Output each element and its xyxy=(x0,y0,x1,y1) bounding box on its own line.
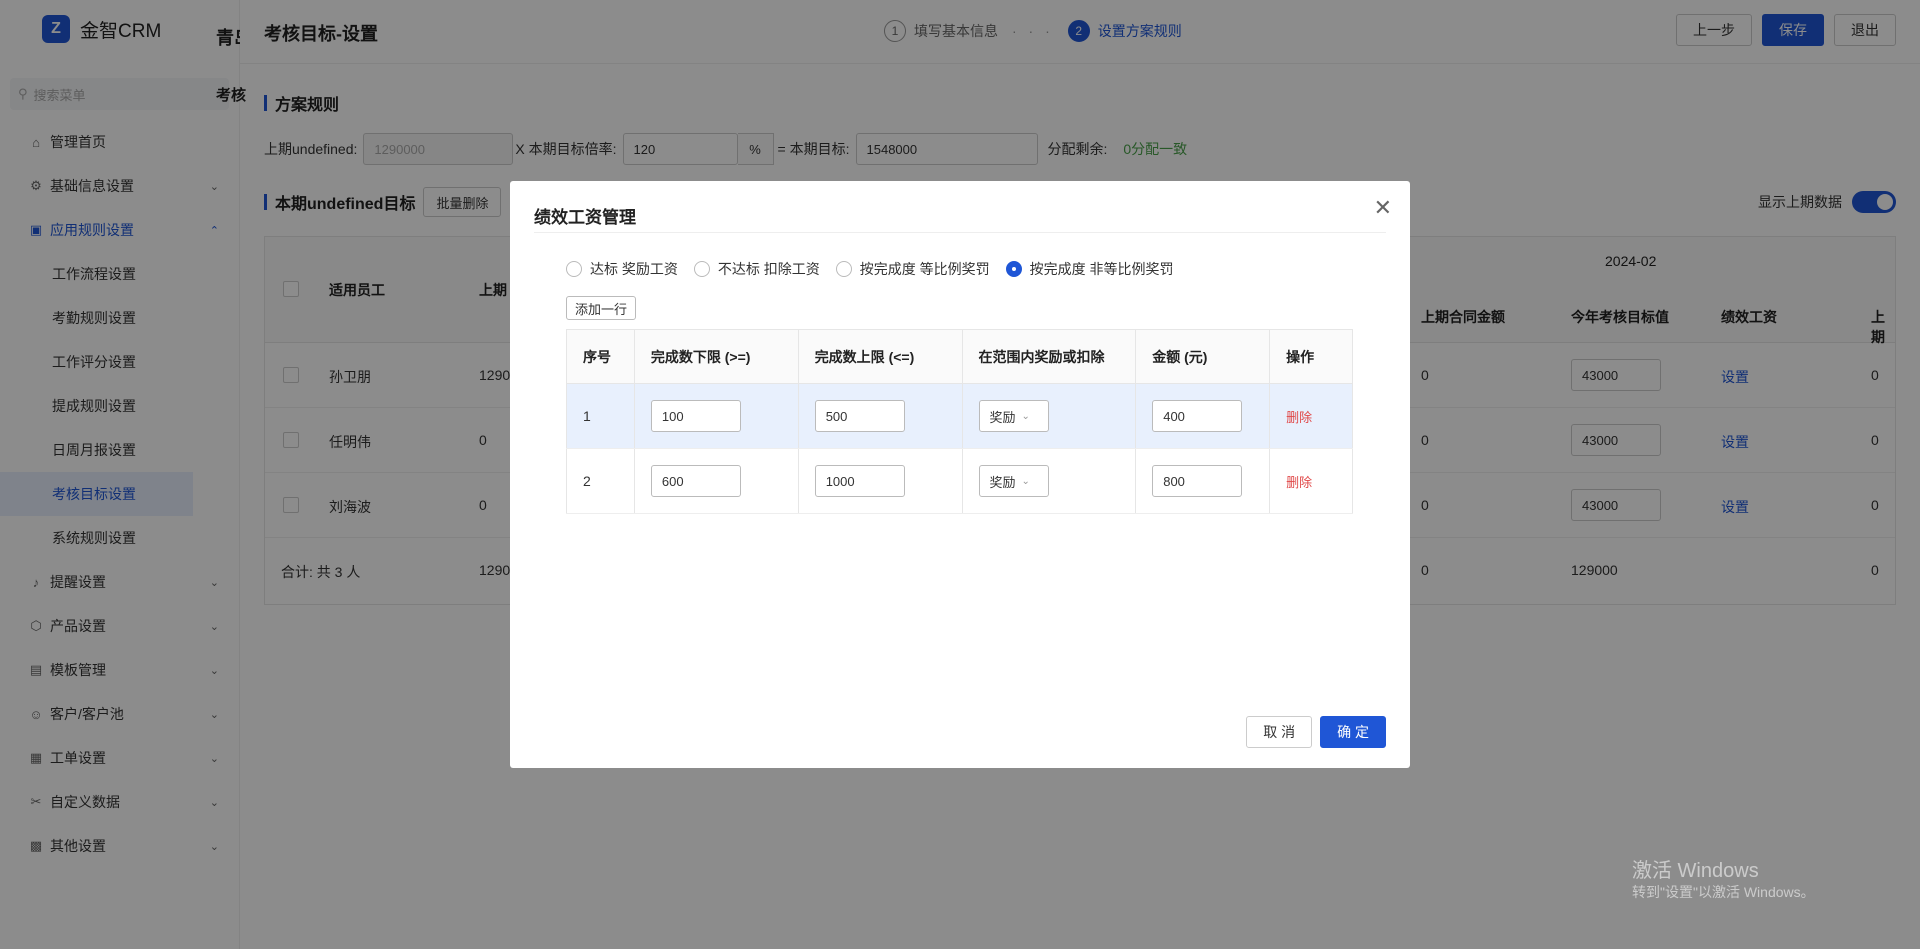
radio-non-proportional[interactable]: 按完成度 非等比例奖罚 xyxy=(1005,259,1174,279)
upper-input[interactable]: 500 xyxy=(814,400,905,432)
cancel-button[interactable]: 取 消 xyxy=(1246,716,1313,748)
type-value: 奖励 xyxy=(989,474,1016,490)
chevron-down-icon: ⌄ xyxy=(1021,475,1030,487)
lower-input[interactable]: 600 xyxy=(650,465,741,497)
radio-label: 不达标 扣除工资 xyxy=(717,261,820,277)
table-header: 序号 完成数下限 (>=) 完成数上限 (<=) 在范围内奖励或扣除 金额 (元… xyxy=(566,329,1353,384)
radio-reward[interactable]: 达标 奖励工资 xyxy=(566,259,678,279)
row-no: 2 xyxy=(566,448,635,514)
type-select[interactable]: 奖励 ⌄ xyxy=(978,400,1049,432)
row-lower-cell: 600 xyxy=(634,448,799,514)
radio-circle xyxy=(693,261,710,277)
radio-label: 达标 奖励工资 xyxy=(590,261,678,277)
col-action: 操作 xyxy=(1269,329,1353,384)
row-amount-cell: 800 xyxy=(1135,448,1271,514)
col-upper: 完成数上限 (<=) xyxy=(798,329,963,384)
amount-input[interactable]: 800 xyxy=(1152,465,1243,497)
row-action-cell: 删除 xyxy=(1269,383,1353,449)
radio-deduct[interactable]: 不达标 扣除工资 xyxy=(693,259,820,279)
chevron-down-icon: ⌄ xyxy=(1021,410,1030,422)
add-row-button[interactable]: 添加一行 xyxy=(566,296,637,320)
col-lower: 完成数下限 (>=) xyxy=(634,329,799,384)
radio-proportional[interactable]: 按完成度 等比例奖罚 xyxy=(835,259,990,279)
radio-circle xyxy=(835,261,852,277)
amount-input[interactable]: 400 xyxy=(1152,400,1243,432)
type-value: 奖励 xyxy=(989,409,1016,425)
dialog-divider xyxy=(534,232,1386,233)
close-icon[interactable]: ✕ xyxy=(1374,197,1392,219)
row-type-cell: 奖励 ⌄ xyxy=(962,383,1137,449)
radio-circle-selected xyxy=(1005,261,1022,277)
salary-dialog: 绩效工资管理 ✕ 达标 奖励工资 不达标 扣除工资 按完成度 等比例奖罚 按完成… xyxy=(510,181,1410,768)
col-amount: 金额 (元) xyxy=(1135,329,1271,384)
salary-rules-table: 序号 完成数下限 (>=) 完成数上限 (<=) 在范围内奖励或扣除 金额 (元… xyxy=(566,329,1353,514)
windows-watermark-title: 激活 Windows xyxy=(1632,860,1759,882)
dialog-footer: 取 消 确 定 xyxy=(1246,716,1386,748)
confirm-button[interactable]: 确 定 xyxy=(1320,716,1386,748)
type-select[interactable]: 奖励 ⌄ xyxy=(978,465,1049,497)
windows-watermark-subtitle: 转到"设置"以激活 Windows。 xyxy=(1632,884,1815,900)
col-type: 在范围内奖励或扣除 xyxy=(962,329,1137,384)
row-type-cell: 奖励 ⌄ xyxy=(962,448,1137,514)
delete-link[interactable]: 删除 xyxy=(1286,410,1312,425)
radio-label: 按完成度 非等比例奖罚 xyxy=(1029,261,1174,277)
reward-mode-radios: 达标 奖励工资 不达标 扣除工资 按完成度 等比例奖罚 按完成度 非等比例奖罚 xyxy=(566,259,1174,279)
table-row: 1 100 500 奖励 ⌄ 400 删除 xyxy=(566,383,1353,449)
table-row: 2 600 1000 奖励 ⌄ 800 删除 xyxy=(566,448,1353,514)
radio-circle xyxy=(566,261,582,277)
delete-link[interactable]: 删除 xyxy=(1286,475,1312,490)
radio-label: 按完成度 等比例奖罚 xyxy=(859,261,990,277)
lower-input[interactable]: 100 xyxy=(650,400,741,432)
upper-input[interactable]: 1000 xyxy=(814,465,905,497)
row-upper-cell: 1000 xyxy=(798,448,963,514)
row-lower-cell: 100 xyxy=(634,383,799,449)
col-no: 序号 xyxy=(566,329,635,384)
row-action-cell: 删除 xyxy=(1269,448,1353,514)
dialog-title: 绩效工资管理 xyxy=(534,208,636,227)
row-amount-cell: 400 xyxy=(1135,383,1271,449)
row-no: 1 xyxy=(566,383,635,449)
row-upper-cell: 500 xyxy=(798,383,963,449)
